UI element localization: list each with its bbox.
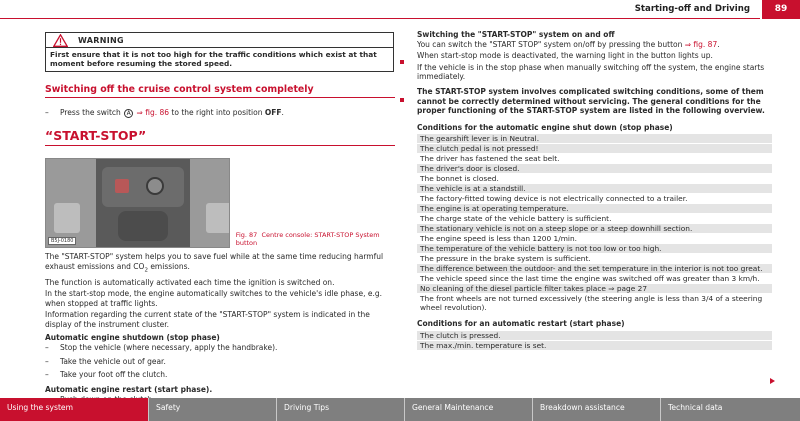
idle-phase-text: In the start-stop mode, the engine autom… bbox=[45, 289, 382, 308]
start-stop-intro: The "START-STOP" system helps you to sav… bbox=[45, 252, 395, 276]
table-row: The gearshift lever is in Neutral. bbox=[417, 134, 772, 145]
table-row: The stationary vehicle is not on a steep… bbox=[417, 224, 772, 235]
tab-using-the-system[interactable]: Using the system bbox=[0, 398, 149, 421]
figure-87: B5J-0180 Fig. 87 Centre console: START-S… bbox=[45, 158, 395, 248]
centre-console-illustration bbox=[46, 159, 229, 247]
cruise-off-heading: Switching off the cruise control system … bbox=[45, 84, 395, 98]
table-row: The engine is at operating temperature. bbox=[417, 204, 772, 215]
switching-heading: Switching the "START-STOP" system on and… bbox=[417, 30, 615, 39]
tab-safety[interactable]: Safety bbox=[149, 398, 277, 421]
table-row: The vehicle is at a standstill. bbox=[417, 184, 772, 195]
step-off-position: OFF bbox=[264, 108, 282, 117]
tab-general-maintenance[interactable]: General Maintenance bbox=[405, 398, 533, 421]
chapter-title: Starting-off and Driving bbox=[634, 4, 750, 14]
switching-conditions-note: The START-STOP system involves complicat… bbox=[417, 86, 765, 116]
tab-technical-data[interactable]: Technical data bbox=[661, 398, 800, 421]
right-column: Switching the "START-STOP" system on and… bbox=[417, 30, 772, 351]
dpf-cleaning-text: No cleaning of the diesel particle filte… bbox=[420, 284, 648, 294]
start-phase-heading: Automatic engine restart (start phase). bbox=[45, 385, 213, 395]
warning-header: WARNING bbox=[46, 33, 393, 48]
warning-text: First ensure that it is not too high for… bbox=[50, 50, 377, 68]
step-text-mid: to the right into position bbox=[169, 108, 265, 117]
centre-console-image: B5J-0180 bbox=[45, 158, 230, 248]
warning-box: WARNING First ensure that it is not too … bbox=[45, 32, 394, 72]
fig87-link[interactable]: ⇒ fig. 87 bbox=[685, 40, 717, 49]
table-row: The vehicle speed since the last time th… bbox=[417, 274, 772, 285]
fig86-link[interactable]: ⇒ fig. 86 bbox=[137, 108, 169, 117]
table-row: The charge state of the vehicle battery … bbox=[417, 214, 772, 225]
intro-text-end: emissions. bbox=[147, 261, 190, 271]
footer-nav: Using the system Safety Driving Tips Gen… bbox=[0, 398, 800, 421]
table-row: The front wheels are not turned excessiv… bbox=[417, 294, 772, 314]
stop-conditions-table: The gearshift lever is in Neutral. The c… bbox=[417, 134, 772, 314]
start-conditions-heading: Conditions for an automatic restart (sta… bbox=[417, 319, 625, 329]
start-conditions-table: The clutch is pressed. The max./min. tem… bbox=[417, 330, 772, 351]
switching-text-2: When start-stop mode is deactivated, the… bbox=[417, 51, 713, 61]
table-row: The bonnet is closed. bbox=[417, 174, 772, 185]
figure-caption-text: Centre console: START-STOP System button bbox=[235, 231, 380, 247]
warning-title: WARNING bbox=[78, 35, 124, 45]
table-row: The pressure in the brake system is suff… bbox=[417, 254, 772, 265]
display-info-text: Information regarding the current state … bbox=[45, 310, 370, 330]
end-marker bbox=[400, 60, 404, 64]
stop-conditions-heading: Conditions for the automatic engine shut… bbox=[417, 122, 673, 132]
table-row: No cleaning of the diesel particle filte… bbox=[417, 284, 772, 295]
start-stop-heading: “START-STOP” bbox=[45, 128, 395, 146]
page-number: 89 bbox=[762, 0, 800, 19]
table-row: The max./min. temperature is set. bbox=[417, 340, 772, 351]
table-row: The temperature of the vehicle battery i… bbox=[417, 244, 772, 255]
step-text-end: . bbox=[281, 108, 284, 117]
continue-arrow-icon bbox=[770, 378, 775, 384]
table-row: The clutch pedal is not pressed! bbox=[417, 144, 772, 155]
table-row: The driver's door is closed. bbox=[417, 164, 772, 175]
switch-text-end: . bbox=[717, 39, 720, 49]
table-row: The driver has fastened the seat belt. bbox=[417, 154, 772, 165]
auto-activation-text: The function is automatically activated … bbox=[45, 277, 335, 287]
stop-phase-heading: Automatic engine shutdown (stop phase) bbox=[45, 332, 220, 342]
stop-step: Stop the vehicle (where necessary, apply… bbox=[45, 343, 395, 353]
figure-caption: Fig. 87 Centre console: START-STOP Syste… bbox=[236, 231, 395, 247]
cruise-off-step: Press the switch A ⇒ fig. 86 to the righ… bbox=[45, 108, 395, 118]
end-marker bbox=[400, 98, 404, 102]
tab-driving-tips[interactable]: Driving Tips bbox=[277, 398, 405, 421]
switch-text: You can switch the "START STOP" system o… bbox=[417, 39, 685, 49]
stop-step: Take the vehicle out of gear. bbox=[45, 357, 395, 367]
switch-a-icon: A bbox=[124, 109, 134, 118]
table-row: The factory-fitted towing device is not … bbox=[417, 194, 772, 205]
table-row: The clutch is pressed. bbox=[417, 330, 772, 341]
table-row: The difference between the outdoor- and … bbox=[417, 264, 772, 275]
figure-code: B5J-0180 bbox=[48, 237, 77, 245]
table-row: The engine speed is less than 1200 1/min… bbox=[417, 234, 772, 245]
tab-breakdown-assistance[interactable]: Breakdown assistance bbox=[533, 398, 661, 421]
figure-number: Fig. 87 bbox=[235, 231, 258, 239]
warning-triangle-icon bbox=[53, 33, 68, 47]
step-text: Press the switch bbox=[60, 108, 121, 117]
switching-text-3: If the vehicle is in the stop phase when… bbox=[417, 62, 765, 82]
intro-text: The "START-STOP" system helps you to sav… bbox=[45, 252, 384, 271]
stop-step: Take your foot off the clutch. bbox=[45, 370, 395, 380]
switching-text-1: You can switch the "START STOP" system o… bbox=[417, 40, 772, 50]
left-column: WARNING First ensure that it is not too … bbox=[45, 32, 395, 404]
